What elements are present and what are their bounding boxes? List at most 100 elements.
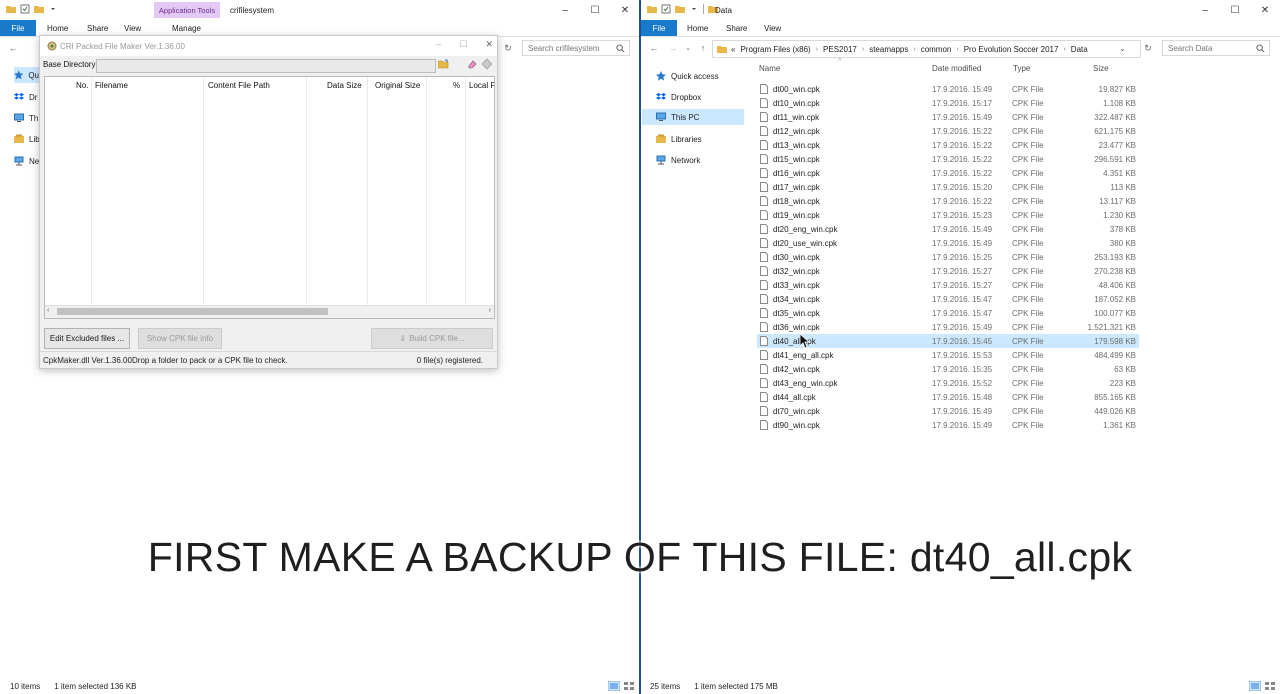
- address-dropdown-chevron-icon[interactable]: ⌄: [1119, 44, 1126, 53]
- breadcrumb-overflow[interactable]: «: [731, 45, 735, 54]
- file-row[interactable]: dt34_win.cpk 17.9.2016. 15:47 CPK File 187.…: [757, 292, 1139, 306]
- tab-view[interactable]: View: [124, 24, 141, 33]
- breadcrumb-item[interactable]: PES2017: [823, 45, 857, 54]
- column-header-local[interactable]: Local F: [469, 81, 494, 90]
- horizontal-scrollbar[interactable]: ‹ ›: [45, 305, 494, 318]
- maximize-button[interactable]: ☐: [580, 2, 610, 18]
- base-directory-input[interactable]: [96, 59, 436, 73]
- tab-file[interactable]: File: [0, 20, 36, 36]
- properties-icon[interactable]: [661, 4, 671, 14]
- back-arrow-icon[interactable]: ←: [648, 42, 660, 54]
- file-row[interactable]: dt20_use_win.cpk 17.9.2016. 15:49 CPK File…: [757, 236, 1139, 250]
- column-header-type[interactable]: Type: [1013, 64, 1030, 73]
- file-row[interactable]: dt20_eng_win.cpk 17.9.2016. 15:49 CPK File…: [757, 222, 1139, 236]
- file-row[interactable]: dt36_win.cpk 17.9.2016. 15:49 CPK File 1.52…: [757, 320, 1139, 334]
- tab-file[interactable]: File: [641, 20, 677, 36]
- nav-item-this-pc[interactable]: This PC: [642, 109, 744, 125]
- file-row[interactable]: dt00_win.cpk 17.9.2016. 15:49 CPK File 19.8…: [757, 82, 1139, 96]
- search-input[interactable]: Search crifilesystem: [522, 40, 630, 56]
- details-view-icon[interactable]: [1249, 681, 1261, 691]
- breadcrumb-separator-icon[interactable]: ›: [862, 46, 864, 53]
- back-arrow-icon[interactable]: ←: [7, 42, 19, 54]
- tab-share[interactable]: Share: [726, 24, 747, 33]
- file-row[interactable]: dt19_win.cpk 17.9.2016. 15:23 CPK File 1.23…: [757, 208, 1139, 222]
- build-cpk-file-button[interactable]: ⇓ Build CPK file...: [371, 328, 493, 349]
- file-row[interactable]: dt90_win.cpk 17.9.2016. 15:49 CPK File 1.36…: [757, 418, 1139, 432]
- file-row[interactable]: dt10_win.cpk 17.9.2016. 15:17 CPK File 1.10…: [757, 96, 1139, 110]
- file-row[interactable]: dt12_win.cpk 17.9.2016. 15:22 CPK File 621.…: [757, 124, 1139, 138]
- search-input[interactable]: Search Data: [1162, 40, 1270, 56]
- column-header-content-file-path[interactable]: Content File Path: [208, 81, 270, 90]
- column-header-original-size[interactable]: Original Size: [375, 81, 420, 90]
- file-row[interactable]: dt13_win.cpk 17.9.2016. 15:22 CPK File 23.4…: [757, 138, 1139, 152]
- refresh-icon[interactable]: ↻: [1142, 42, 1154, 54]
- tab-home[interactable]: Home: [687, 24, 708, 33]
- scroll-left-icon[interactable]: ‹: [47, 307, 49, 314]
- up-arrow-icon[interactable]: ↑: [697, 42, 709, 54]
- tab-manage[interactable]: Manage: [172, 24, 201, 33]
- file-row[interactable]: dt70_win.cpk 17.9.2016. 15:49 CPK File 449.…: [757, 404, 1139, 418]
- file-row[interactable]: dt11_win.cpk 17.9.2016. 15:49 CPK File 322.…: [757, 110, 1139, 124]
- nav-item-quick-access[interactable]: Qu: [14, 67, 39, 83]
- edit-excluded-files-button[interactable]: Edit Excluded files ...: [44, 328, 130, 349]
- minimize-button[interactable]: –: [1190, 2, 1220, 18]
- file-row[interactable]: dt30_win.cpk 17.9.2016. 15:25 CPK File 253.…: [757, 250, 1139, 264]
- file-row[interactable]: dt17_win.cpk 17.9.2016. 15:20 CPK File 113 …: [757, 180, 1139, 194]
- breadcrumb-separator-icon[interactable]: ›: [816, 46, 818, 53]
- breadcrumb-separator-icon[interactable]: ›: [956, 46, 958, 53]
- show-cpk-file-info-button[interactable]: Show CPK file info: [138, 328, 222, 349]
- file-row[interactable]: dt35_win.cpk 17.9.2016. 15:47 CPK File 100.…: [757, 306, 1139, 320]
- nav-item-network[interactable]: Ne: [14, 153, 39, 169]
- nav-item-libraries[interactable]: Libraries: [656, 131, 702, 147]
- file-row[interactable]: dt33_win.cpk 17.9.2016. 15:27 CPK File 48.4…: [757, 278, 1139, 292]
- tab-home[interactable]: Home: [47, 24, 68, 33]
- forward-arrow-icon[interactable]: →: [667, 42, 679, 54]
- breadcrumb-item[interactable]: steamapps: [869, 45, 908, 54]
- file-row[interactable]: dt15_win.cpk 17.9.2016. 15:22 CPK File 296.…: [757, 152, 1139, 166]
- column-header-no[interactable]: No.: [76, 81, 88, 90]
- file-row[interactable]: dt32_win.cpk 17.9.2016. 15:27 CPK File 270.…: [757, 264, 1139, 278]
- properties-icon[interactable]: [20, 4, 30, 14]
- nav-item-dropbox[interactable]: Dr: [14, 89, 37, 105]
- large-icons-view-icon[interactable]: [623, 681, 635, 691]
- close-button[interactable]: ✕: [485, 39, 493, 50]
- chevron-down-icon[interactable]: [689, 4, 699, 14]
- breadcrumb-separator-icon[interactable]: ›: [1063, 46, 1065, 53]
- column-header-filename[interactable]: Filename: [95, 81, 128, 90]
- chevron-down-icon[interactable]: [48, 4, 58, 14]
- breadcrumb-item[interactable]: Pro Evolution Soccer 2017: [964, 45, 1059, 54]
- file-row[interactable]: dt41_eng_all.cpk 17.9.2016. 15:53 CPK File…: [757, 348, 1139, 362]
- nav-item-this-pc[interactable]: Th: [14, 110, 38, 126]
- column-header-size[interactable]: Size: [1093, 64, 1109, 73]
- maximize-button[interactable]: ☐: [1220, 2, 1250, 18]
- tab-share[interactable]: Share: [87, 24, 108, 33]
- close-button[interactable]: ✕: [1250, 2, 1280, 18]
- refresh-icon[interactable]: ↻: [502, 42, 514, 54]
- file-row[interactable]: dt44_all.cpk 17.9.2016. 15:48 CPK File 855.…: [757, 390, 1139, 404]
- minimize-button[interactable]: –: [436, 39, 441, 50]
- nav-item-libraries[interactable]: Lib: [14, 131, 40, 147]
- large-icons-view-icon[interactable]: [1264, 681, 1276, 691]
- minimize-button[interactable]: –: [550, 2, 580, 18]
- file-row[interactable]: dt18_win.cpk 17.9.2016. 15:22 CPK File 13.1…: [757, 194, 1139, 208]
- maximize-button[interactable]: ☐: [459, 39, 467, 50]
- column-header-date-modified[interactable]: Date modified: [932, 64, 981, 73]
- column-header-data-size[interactable]: Data Size: [327, 81, 362, 90]
- folder-icon[interactable]: [6, 4, 16, 14]
- file-row[interactable]: dt42_win.cpk 17.9.2016. 15:35 CPK File 63 K…: [757, 362, 1139, 376]
- new-folder-icon[interactable]: [34, 4, 44, 14]
- address-bar[interactable]: « Program Files (x86) › PES2017 › steama…: [712, 40, 1141, 58]
- file-row[interactable]: dt40_all.cpk 17.9.2016. 15:45 CPK File 179.…: [757, 334, 1139, 348]
- file-row[interactable]: dt43_eng_win.cpk 17.9.2016. 15:52 CPK File…: [757, 376, 1139, 390]
- close-button[interactable]: ✕: [610, 2, 640, 18]
- settings-diamond-icon[interactable]: [482, 59, 492, 69]
- scrollbar-thumb[interactable]: [57, 308, 328, 315]
- breadcrumb-separator-icon[interactable]: ›: [913, 46, 915, 53]
- tab-view[interactable]: View: [764, 24, 781, 33]
- new-folder-icon[interactable]: [675, 4, 685, 14]
- column-header-name[interactable]: Name: [759, 64, 780, 73]
- column-header-percent[interactable]: %: [453, 81, 460, 90]
- recent-locations-chevron-icon[interactable]: ⌄: [682, 42, 694, 54]
- details-view-icon[interactable]: [608, 681, 620, 691]
- nav-item-quick-access[interactable]: Quick access: [656, 68, 719, 84]
